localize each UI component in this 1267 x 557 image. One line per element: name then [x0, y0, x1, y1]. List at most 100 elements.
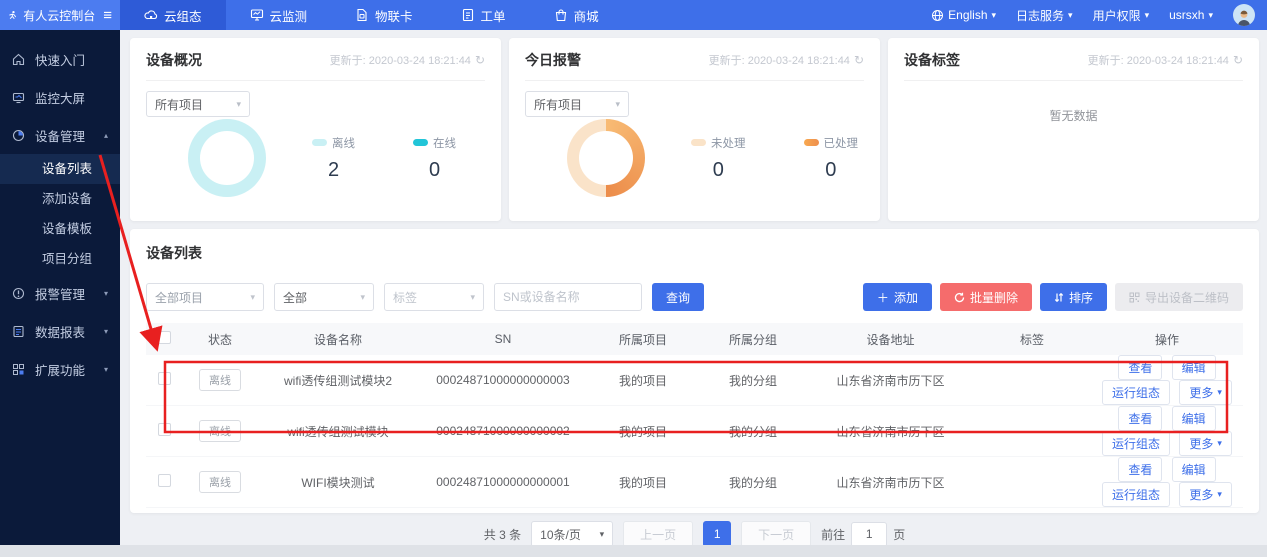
legend-offline: 离线 2: [312, 135, 355, 182]
device-sn: 00024871000000000001: [418, 457, 588, 508]
sidebar-item-extensions[interactable]: 扩展功能 ▾: [0, 350, 120, 388]
next-page-button[interactable]: 下一页: [741, 521, 811, 545]
more-button[interactable]: 更多▾: [1179, 482, 1232, 507]
filter-project-select[interactable]: 全部项目 ▾: [146, 283, 264, 311]
refresh-icon[interactable]: ↻: [475, 53, 485, 67]
legend-handled: 已处理 0: [804, 135, 859, 182]
more-button[interactable]: 更多▾: [1179, 380, 1232, 405]
sort-button[interactable]: 排序: [1040, 283, 1107, 311]
alarm-bell-icon: [12, 287, 25, 300]
device-list-card: 设备列表 全部项目 ▾ 全部 ▾ 标签 ▾ 查询: [130, 229, 1259, 513]
run-config-button[interactable]: 运行组态: [1102, 431, 1170, 456]
device-group: 我的分组: [698, 406, 808, 457]
online-swatch: [413, 139, 428, 146]
chevron-down-icon: ▾: [1217, 439, 1222, 448]
filter-tag-select[interactable]: 标签 ▾: [384, 283, 484, 311]
device-tag: [973, 355, 1091, 406]
alarm-project-select[interactable]: 所有项目 ▾: [525, 91, 629, 117]
nav-tab-label: 工单: [481, 6, 506, 25]
user-permission-menu[interactable]: 用户权限 ▾: [1093, 7, 1150, 24]
edit-button[interactable]: 编辑: [1172, 355, 1216, 380]
goto-page-input[interactable]: [851, 522, 887, 546]
sidebar-item-label: 扩展功能: [35, 360, 85, 379]
sidebar-item-data-report[interactable]: 数据报表 ▾: [0, 312, 120, 350]
primary-nav: 云组态 云监测 物联卡 工单: [120, 0, 931, 30]
select-all-checkbox[interactable]: [158, 331, 171, 344]
home-icon: [12, 53, 25, 66]
chevron-down-icon: ▾: [360, 293, 365, 302]
view-button[interactable]: 查看: [1118, 406, 1162, 431]
overview-project-select[interactable]: 所有项目 ▾: [146, 91, 250, 117]
today-alarms-card: 今日报警 更新于: 2020-03-24 18:21:44 ↻ 所有项目 ▾ 未…: [509, 38, 880, 221]
page-size-value: 10条/页: [540, 526, 581, 543]
sidebar-item-add-device[interactable]: 添加设备: [0, 184, 120, 214]
offline-count: 2: [312, 159, 355, 182]
logo-section[interactable]: 有人云控制台 ≡: [0, 0, 120, 30]
export-qr-button[interactable]: 导出设备二维码: [1115, 283, 1243, 311]
query-button[interactable]: 查询: [652, 283, 704, 311]
current-page-button[interactable]: 1: [703, 521, 731, 545]
sidebar-item-label: 监控大屏: [35, 88, 85, 107]
sidebar-item-quick-start[interactable]: 快速入门: [0, 40, 120, 78]
search-input[interactable]: [494, 283, 642, 311]
more-button[interactable]: 更多▾: [1179, 431, 1232, 456]
hamburger-menu-icon[interactable]: ≡: [103, 7, 112, 24]
avatar[interactable]: [1233, 4, 1255, 26]
chevron-down-icon: ▾: [992, 11, 997, 20]
run-config-button[interactable]: 运行组态: [1102, 380, 1170, 405]
log-service-menu[interactable]: 日志服务 ▾: [1016, 7, 1073, 24]
sidebar-item-alarm-management[interactable]: 报警管理 ▾: [0, 274, 120, 312]
nav-tab-label: 云监测: [270, 6, 308, 25]
view-button[interactable]: 查看: [1118, 355, 1162, 380]
prev-page-button[interactable]: 上一页: [623, 521, 693, 545]
sidebar-item-device-list[interactable]: 设备列表: [0, 154, 120, 184]
chevron-down-icon: ▾: [615, 100, 620, 109]
edit-button[interactable]: 编辑: [1172, 457, 1216, 482]
nav-tab-mall[interactable]: 商城: [530, 0, 623, 30]
device-list-title: 设备列表: [146, 243, 1243, 263]
sidebar-item-device-template[interactable]: 设备模板: [0, 214, 120, 244]
nav-tab-work-order[interactable]: 工单: [437, 0, 530, 30]
chevron-down-icon: ▾: [250, 293, 255, 302]
device-clock-icon: [12, 129, 25, 142]
avatar-person-icon: [1235, 8, 1253, 26]
row-checkbox[interactable]: [158, 474, 171, 487]
select-value: 全部: [283, 289, 307, 306]
chevron-down-icon: ▾: [1217, 388, 1222, 397]
card-title: 今日报警: [525, 50, 581, 70]
edit-button[interactable]: 编辑: [1172, 406, 1216, 431]
sidebar-subitem-label: 项目分组: [42, 252, 92, 266]
updated-timestamp: 更新于: 2020-03-24 18:21:44 ↻: [1088, 52, 1243, 68]
big-screen-icon: [12, 91, 25, 104]
offline-swatch: [312, 139, 327, 146]
add-device-button[interactable]: ＋添加: [863, 283, 932, 311]
sidebar-item-project-group[interactable]: 项目分组: [0, 244, 120, 274]
device-project: 我的项目: [588, 457, 698, 508]
nav-tab-cloud-monitor[interactable]: 云监测: [226, 0, 332, 30]
top-navigation-bar: 有人云控制台 ≡ 云组态 云监测 物联卡: [0, 0, 1267, 30]
app-title: 有人云控制台: [23, 7, 95, 24]
sim-card-icon: [355, 8, 369, 22]
updated-timestamp: 更新于: 2020-03-24 18:21:44 ↻: [330, 52, 485, 68]
filter-status-select[interactable]: 全部 ▾: [274, 283, 374, 311]
select-value: 所有项目: [534, 96, 582, 113]
language-switcher[interactable]: English ▾: [931, 8, 996, 22]
row-checkbox[interactable]: [158, 423, 171, 436]
nav-tab-cloud-config[interactable]: 云组态: [120, 0, 226, 30]
refresh-icon[interactable]: ↻: [1233, 53, 1243, 67]
row-checkbox[interactable]: [158, 372, 171, 385]
chevron-down-icon: ▾: [104, 289, 108, 298]
device-table: 状态 设备名称 SN 所属项目 所属分组 设备地址 标签 操作 离线 wifi: [146, 323, 1243, 508]
sidebar-item-label: 报警管理: [35, 284, 85, 303]
run-config-button[interactable]: 运行组态: [1102, 482, 1170, 507]
sidebar-item-monitor-screen[interactable]: 监控大屏: [0, 78, 120, 116]
view-button[interactable]: 查看: [1118, 457, 1162, 482]
extensions-grid-icon: [12, 363, 25, 376]
device-overview-donut-chart: [188, 119, 266, 197]
page-size-select[interactable]: 10条/页 ▾: [531, 521, 613, 545]
nav-tab-iot-card[interactable]: 物联卡: [331, 0, 437, 30]
batch-delete-button[interactable]: 批量删除: [940, 283, 1032, 311]
sidebar-item-device-management[interactable]: 设备管理 ▴: [0, 116, 120, 154]
username-menu[interactable]: usrsxh ▾: [1169, 8, 1213, 22]
refresh-icon[interactable]: ↻: [854, 53, 864, 67]
